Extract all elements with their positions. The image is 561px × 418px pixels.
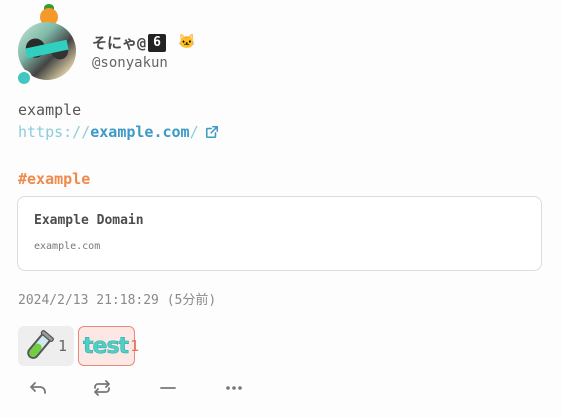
display-name-text: そにゃ@	[92, 34, 147, 52]
reply-button[interactable]	[20, 374, 56, 402]
display-name[interactable]: そにゃ@ 6	[92, 32, 167, 53]
more-button[interactable]	[216, 374, 252, 402]
note-link[interactable]: https:// example.com /	[18, 123, 219, 141]
avatar[interactable]	[16, 4, 78, 86]
link-preview-site: example.com	[34, 241, 101, 252]
online-status-indicator	[16, 70, 32, 86]
more-icon	[226, 386, 242, 390]
note-card: そにゃ@ 6 🐱 @sonyakun example https:// exam…	[0, 0, 561, 418]
reaction-count: 1	[58, 337, 68, 355]
renote-button[interactable]	[84, 374, 120, 402]
minus-icon	[160, 387, 176, 389]
user-handle[interactable]: @sonyakun	[92, 55, 168, 71]
hashtag-link[interactable]: #example	[18, 170, 90, 188]
reaction-count: 1	[130, 337, 140, 355]
reaction-button-test-tube[interactable]: 1	[18, 326, 74, 366]
link-host: example.com	[90, 123, 190, 141]
custom-emoji-icon: 6	[148, 33, 167, 52]
test-emoji-icon: test	[83, 333, 130, 359]
reaction-button-test[interactable]: test 1	[78, 326, 139, 366]
test-tube-icon	[27, 330, 54, 359]
link-preview-card[interactable]: Example Domain example.com	[17, 196, 542, 271]
external-link-icon	[205, 125, 218, 139]
react-button[interactable]	[150, 374, 186, 402]
reply-icon	[30, 382, 46, 394]
badge-emoji-icon: 🐱	[178, 34, 196, 50]
link-path: /	[189, 123, 199, 141]
renote-icon	[94, 380, 110, 396]
link-protocol: https://	[18, 123, 91, 141]
link-preview-title: Example Domain	[34, 213, 144, 228]
note-timestamp[interactable]: 2024/2/13 21:18:29 (5分前)	[18, 289, 216, 308]
note-text: example	[18, 101, 82, 119]
